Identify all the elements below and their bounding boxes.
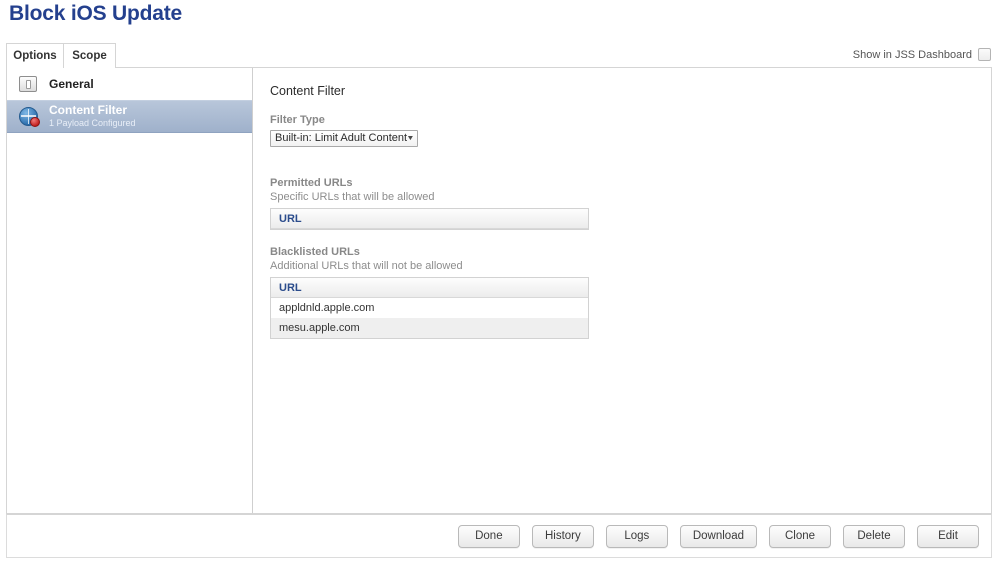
- filter-type-group: Filter Type Built-in: Limit Adult Conten…: [270, 114, 991, 161]
- done-button[interactable]: Done: [457, 524, 520, 548]
- permitted-urls-table: URL: [270, 207, 589, 230]
- logs-button[interactable]: Logs: [605, 524, 668, 548]
- permitted-urls-label: Permitted URLs: [270, 176, 353, 189]
- content-pane: Content Filter Filter Type Built-in: Lim…: [254, 68, 991, 513]
- table-row[interactable]: mesu.apple.com: [271, 317, 588, 338]
- globe-icon: [19, 106, 40, 127]
- content-heading: Content Filter: [270, 84, 346, 98]
- sidebar-item-general[interactable]: General: [7, 68, 252, 100]
- tab-scope[interactable]: Scope: [64, 43, 116, 68]
- filter-type-select[interactable]: Built-in: Limit Adult Content ▼: [270, 129, 418, 147]
- permitted-urls-description: Specific URLs that will be allowed: [270, 190, 435, 203]
- tab-options[interactable]: Options: [6, 43, 64, 68]
- show-in-jss-dashboard-label: Show in JSS Dashboard: [852, 48, 972, 61]
- sidebar-item-subtitle: 1 Payload Configured: [49, 118, 136, 128]
- clone-button[interactable]: Clone: [769, 524, 831, 548]
- sidebar-item-label: General: [49, 76, 94, 91]
- device-icon: [19, 74, 39, 94]
- tab-bar: Options Scope: [6, 43, 992, 68]
- show-in-jss-dashboard[interactable]: Show in JSS Dashboard: [853, 48, 991, 61]
- table-column-header[interactable]: URL: [271, 208, 588, 229]
- error-badge-icon: [30, 116, 40, 127]
- blacklisted-urls-table: URL appldnld.apple.com mesu.apple.com: [270, 276, 589, 339]
- footer-button-bar: Done History Logs Download Clone Delete …: [6, 514, 992, 558]
- filter-type-label: Filter Type: [270, 114, 325, 126]
- table-row[interactable]: appldnld.apple.com: [271, 297, 588, 318]
- page-title: Block iOS Update: [9, 2, 183, 25]
- table-column-header[interactable]: URL: [271, 277, 588, 298]
- download-button[interactable]: Download: [679, 524, 757, 548]
- show-in-jss-dashboard-checkbox[interactable]: [978, 48, 991, 61]
- permitted-urls-group: Permitted URLs Specific URLs that will b…: [270, 177, 991, 230]
- chevron-down-icon: ▼: [406, 134, 415, 142]
- delete-button[interactable]: Delete: [843, 524, 905, 548]
- history-button[interactable]: History: [531, 524, 594, 548]
- filter-type-value: Built-in: Limit Adult Content: [275, 132, 408, 144]
- blacklisted-urls-group: Blacklisted URLs Additional URLs that wi…: [270, 246, 991, 339]
- main-panel: General Content Filter 1 Payload Configu…: [6, 43, 992, 514]
- payload-sidebar: General Content Filter 1 Payload Configu…: [7, 68, 253, 513]
- blacklisted-urls-label: Blacklisted URLs: [270, 245, 360, 258]
- blacklisted-urls-description: Additional URLs that will not be allowed: [270, 259, 463, 272]
- sidebar-item-content-filter[interactable]: Content Filter 1 Payload Configured: [7, 100, 252, 133]
- sidebar-item-label: Content Filter: [49, 103, 127, 117]
- app-window: Block iOS Update General Content Filter …: [0, 0, 999, 565]
- edit-button[interactable]: Edit: [917, 524, 979, 548]
